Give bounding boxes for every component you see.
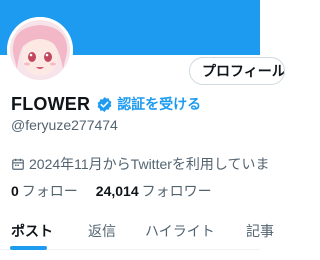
avatar[interactable] — [7, 17, 73, 83]
follow-stats: 0 フォロー 24,014 フォロワー — [11, 181, 230, 201]
joined-date: 2024年11月からTwitterを利用していま — [11, 154, 270, 174]
followers-label: フォロワー — [141, 183, 212, 199]
calendar-icon — [12, 158, 24, 170]
edit-profile-button[interactable]: プロフィール — [189, 57, 285, 85]
followers-link[interactable]: 24,014 フォロワー — [96, 181, 212, 201]
followers-count: 24,014 — [95, 183, 139, 199]
following-count: 0 — [11, 183, 19, 199]
tab-replies[interactable]: 返信 — [88, 221, 116, 241]
verified-badge-icon — [97, 96, 112, 112]
get-verified-link[interactable]: 認証を受ける — [117, 94, 201, 114]
display-name: FLOWER — [11, 93, 91, 114]
profile-tabs: ポスト 返信 ハイライト 記事 — [0, 211, 274, 250]
tab-articles[interactable]: 記事 — [246, 221, 274, 241]
active-tab-indicator — [10, 246, 47, 250]
tab-highlights[interactable]: ハイライト — [145, 221, 215, 241]
following-link[interactable]: 0 フォロー — [11, 181, 78, 201]
joined-text: 2024年11月からTwitterを利用していま — [29, 156, 270, 172]
name-row: FLOWER 認証を受ける — [11, 93, 201, 115]
user-handle: @feryuze277474 — [11, 117, 118, 133]
tab-posts[interactable]: ポスト — [11, 221, 53, 241]
following-label: フォロー — [21, 183, 78, 199]
